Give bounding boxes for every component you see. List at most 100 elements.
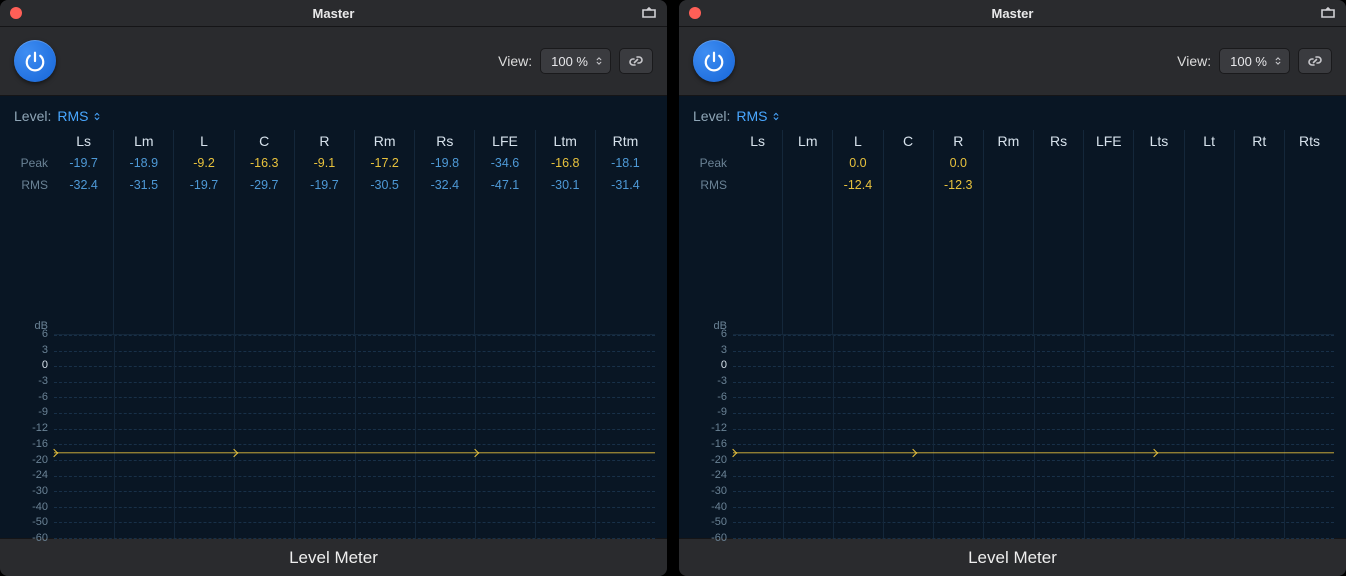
- titlebar: Master: [679, 0, 1346, 26]
- axis-tick: -9: [717, 406, 727, 418]
- channel-name: Ls: [54, 130, 113, 152]
- channel-column: Rs: [1033, 130, 1083, 334]
- channel-column: LFE-34.6-47.1: [474, 130, 534, 334]
- titlebar: Master: [0, 0, 667, 26]
- channel-name: L: [833, 130, 882, 152]
- view-select[interactable]: 100 %: [540, 48, 611, 74]
- axis-tick: -20: [711, 454, 727, 466]
- peak-value: -34.6: [475, 152, 534, 174]
- expand-icon[interactable]: [1318, 5, 1338, 21]
- axis-tick: 0: [721, 359, 727, 371]
- axis-tick: 3: [42, 344, 48, 356]
- rms-value: -30.1: [536, 174, 595, 196]
- peak-value: -19.8: [415, 152, 474, 174]
- axis-tick: 0: [42, 359, 48, 371]
- power-button[interactable]: [693, 40, 735, 82]
- channel-name: R: [934, 130, 983, 152]
- channel-name: LFE: [1084, 130, 1133, 152]
- peak-value: [1285, 152, 1334, 174]
- peak-value: -19.7: [54, 152, 113, 174]
- db-axis: dB630-3-6-9-12-16-20-24-30-40-50-60: [691, 334, 733, 538]
- peak-value: -9.2: [174, 152, 233, 174]
- axis-tick: -60: [32, 532, 48, 544]
- close-icon[interactable]: [10, 7, 22, 19]
- channel-name: Lm: [114, 130, 173, 152]
- plugin-body: Level:RMSPeakRMSLs-19.7-32.4Lm-18.9-31.5…: [0, 96, 667, 538]
- peak-value: -16.8: [536, 152, 595, 174]
- rms-value: -12.3: [934, 174, 983, 196]
- link-button[interactable]: [1298, 48, 1332, 74]
- rms-label: RMS: [691, 174, 727, 196]
- plugin-name: Level Meter: [0, 538, 667, 576]
- rms-value: -12.4: [833, 174, 882, 196]
- channel-name: Rs: [415, 130, 474, 152]
- channel-name: Lts: [1134, 130, 1183, 152]
- channel-name: L: [174, 130, 233, 152]
- axis-tick: -3: [717, 375, 727, 387]
- channel-column: Lt: [1184, 130, 1234, 334]
- channel-column: Rm: [983, 130, 1033, 334]
- axis-tick: -6: [38, 391, 48, 403]
- channel-name: Rs: [1034, 130, 1083, 152]
- chevron-updown-icon: [92, 111, 102, 122]
- channel-column: Ltm-16.8-30.1: [535, 130, 595, 334]
- peak-value: [733, 152, 782, 174]
- level-select[interactable]: RMS: [736, 108, 781, 124]
- channel-name: Rm: [984, 130, 1033, 152]
- channel-column: Lm: [782, 130, 832, 334]
- channel-name: Rtm: [596, 130, 655, 152]
- view-value: 100 %: [551, 54, 588, 69]
- channel-column: L0.0-12.4: [832, 130, 882, 334]
- plugin-name: Level Meter: [679, 538, 1346, 576]
- indicator-line[interactable]: [54, 452, 655, 454]
- peak-value: [1084, 152, 1133, 174]
- channel-column: R-9.1-19.7: [294, 130, 354, 334]
- axis-tick: -30: [711, 485, 727, 497]
- level-label: Level:: [14, 108, 51, 124]
- channel-name: Ls: [733, 130, 782, 152]
- toolbar: View:100 %: [679, 26, 1346, 96]
- rms-value: -32.4: [54, 174, 113, 196]
- channel-column: C-16.3-29.7: [234, 130, 294, 334]
- plugin-window: MasterView:100 %Level:RMSPeakRMSLs-19.7-…: [0, 0, 667, 576]
- axis-tick: 3: [721, 344, 727, 356]
- peak-value: [1235, 152, 1284, 174]
- peak-value: [884, 152, 933, 174]
- rms-value: [984, 174, 1033, 196]
- channel-column: Ls-19.7-32.4: [54, 130, 113, 334]
- level-select[interactable]: RMS: [57, 108, 102, 124]
- power-button[interactable]: [14, 40, 56, 82]
- channel-column: L-9.2-19.7: [173, 130, 233, 334]
- rms-value: [1285, 174, 1334, 196]
- channel-column: Rt: [1234, 130, 1284, 334]
- axis-tick: -50: [711, 516, 727, 528]
- level-row: Level: RMS: [12, 104, 655, 130]
- peak-value: -9.1: [295, 152, 354, 174]
- plugin-body: Level:RMSPeakRMSLsLmL0.0-12.4CR0.0-12.3R…: [679, 96, 1346, 538]
- peak-label: Peak: [691, 152, 727, 174]
- peak-value: 0.0: [833, 152, 882, 174]
- view-select[interactable]: 100 %: [1219, 48, 1290, 74]
- axis-tick: -24: [711, 469, 727, 481]
- axis-tick: -12: [32, 422, 48, 434]
- channel-name: Lt: [1185, 130, 1234, 152]
- channel-name: R: [295, 130, 354, 152]
- link-button[interactable]: [619, 48, 653, 74]
- axis-tick: -9: [38, 406, 48, 418]
- db-axis: dB630-3-6-9-12-16-20-24-30-40-50-60: [12, 334, 54, 538]
- indicator-line[interactable]: [733, 452, 1334, 454]
- rms-value: [1185, 174, 1234, 196]
- meter-graph: dB630-3-6-9-12-16-20-24-30-40-50-60: [12, 334, 655, 538]
- close-icon[interactable]: [689, 7, 701, 19]
- peak-value: 0.0: [934, 152, 983, 174]
- rms-value: [1134, 174, 1183, 196]
- meter-header: PeakRMSLs-19.7-32.4Lm-18.9-31.5L-9.2-19.…: [12, 130, 655, 334]
- axis-tick: -40: [32, 501, 48, 513]
- axis-tick: -30: [32, 485, 48, 497]
- axis-tick: 6: [721, 328, 727, 340]
- plugin-window: MasterView:100 %Level:RMSPeakRMSLsLmL0.0…: [679, 0, 1346, 576]
- expand-icon[interactable]: [639, 5, 659, 21]
- peak-value: [783, 152, 832, 174]
- channel-column: Rs-19.8-32.4: [414, 130, 474, 334]
- level-row: Level:RMS: [691, 104, 1334, 130]
